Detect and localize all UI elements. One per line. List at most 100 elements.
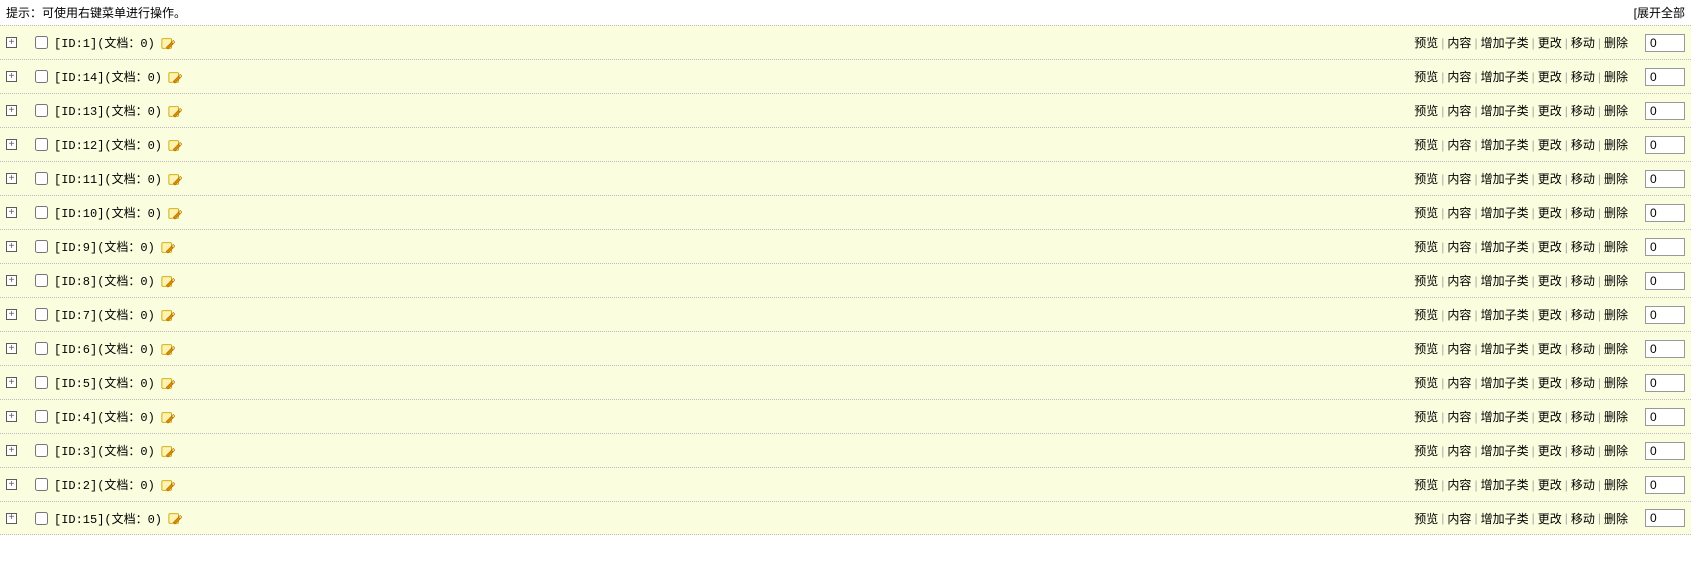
order-input[interactable]	[1645, 272, 1685, 290]
order-input[interactable]	[1645, 238, 1685, 256]
action-modify[interactable]: 更改	[1538, 170, 1562, 187]
expand-toggle[interactable]: +	[6, 71, 17, 82]
action-preview[interactable]: 预览	[1414, 272, 1438, 289]
row-checkbox[interactable]	[35, 138, 48, 151]
expand-all-link[interactable]: [展开全部	[1634, 4, 1685, 21]
expand-toggle[interactable]: +	[6, 37, 17, 48]
edit-icon[interactable]	[168, 70, 182, 84]
action-modify[interactable]: 更改	[1538, 34, 1562, 51]
action-add-sub[interactable]: 增加子类	[1481, 136, 1529, 153]
action-delete[interactable]: 删除	[1604, 408, 1628, 425]
action-content[interactable]: 内容	[1447, 204, 1471, 221]
expand-toggle[interactable]: +	[6, 513, 17, 524]
edit-icon[interactable]	[168, 172, 182, 186]
expand-toggle[interactable]: +	[6, 479, 17, 490]
row-checkbox[interactable]	[35, 444, 48, 457]
row-checkbox[interactable]	[35, 478, 48, 491]
order-input[interactable]	[1645, 170, 1685, 188]
action-add-sub[interactable]: 增加子类	[1481, 442, 1529, 459]
row-checkbox[interactable]	[35, 240, 48, 253]
row-checkbox[interactable]	[35, 104, 48, 117]
edit-icon[interactable]	[168, 138, 182, 152]
expand-toggle[interactable]: +	[6, 445, 17, 456]
action-add-sub[interactable]: 增加子类	[1481, 510, 1529, 527]
action-modify[interactable]: 更改	[1538, 68, 1562, 85]
action-modify[interactable]: 更改	[1538, 136, 1562, 153]
edit-icon[interactable]	[168, 206, 182, 220]
action-content[interactable]: 内容	[1447, 306, 1471, 323]
expand-toggle[interactable]: +	[6, 173, 17, 184]
action-add-sub[interactable]: 增加子类	[1481, 306, 1529, 323]
row-checkbox[interactable]	[35, 206, 48, 219]
action-move[interactable]: 移动	[1571, 68, 1595, 85]
order-input[interactable]	[1645, 68, 1685, 86]
edit-icon[interactable]	[161, 274, 175, 288]
action-move[interactable]: 移动	[1571, 408, 1595, 425]
action-content[interactable]: 内容	[1447, 340, 1471, 357]
action-modify[interactable]: 更改	[1538, 306, 1562, 323]
action-add-sub[interactable]: 增加子类	[1481, 68, 1529, 85]
edit-icon[interactable]	[161, 36, 175, 50]
action-delete[interactable]: 删除	[1604, 238, 1628, 255]
edit-icon[interactable]	[161, 478, 175, 492]
action-content[interactable]: 内容	[1447, 510, 1471, 527]
action-modify[interactable]: 更改	[1538, 510, 1562, 527]
action-preview[interactable]: 预览	[1414, 136, 1438, 153]
action-preview[interactable]: 预览	[1414, 204, 1438, 221]
row-checkbox[interactable]	[35, 342, 48, 355]
order-input[interactable]	[1645, 374, 1685, 392]
action-modify[interactable]: 更改	[1538, 204, 1562, 221]
action-move[interactable]: 移动	[1571, 238, 1595, 255]
action-add-sub[interactable]: 增加子类	[1481, 34, 1529, 51]
action-move[interactable]: 移动	[1571, 136, 1595, 153]
action-content[interactable]: 内容	[1447, 272, 1471, 289]
expand-toggle[interactable]: +	[6, 275, 17, 286]
order-input[interactable]	[1645, 509, 1685, 527]
action-preview[interactable]: 预览	[1414, 102, 1438, 119]
expand-toggle[interactable]: +	[6, 105, 17, 116]
action-add-sub[interactable]: 增加子类	[1481, 102, 1529, 119]
row-checkbox[interactable]	[35, 376, 48, 389]
action-preview[interactable]: 预览	[1414, 510, 1438, 527]
action-preview[interactable]: 预览	[1414, 170, 1438, 187]
action-move[interactable]: 移动	[1571, 442, 1595, 459]
action-preview[interactable]: 预览	[1414, 442, 1438, 459]
order-input[interactable]	[1645, 34, 1685, 52]
action-add-sub[interactable]: 增加子类	[1481, 272, 1529, 289]
action-content[interactable]: 内容	[1447, 374, 1471, 391]
action-move[interactable]: 移动	[1571, 204, 1595, 221]
action-delete[interactable]: 删除	[1604, 68, 1628, 85]
action-modify[interactable]: 更改	[1538, 102, 1562, 119]
expand-toggle[interactable]: +	[6, 411, 17, 422]
order-input[interactable]	[1645, 340, 1685, 358]
row-checkbox[interactable]	[35, 274, 48, 287]
expand-toggle[interactable]: +	[6, 343, 17, 354]
action-preview[interactable]: 预览	[1414, 408, 1438, 425]
action-move[interactable]: 移动	[1571, 272, 1595, 289]
row-checkbox[interactable]	[35, 308, 48, 321]
action-delete[interactable]: 删除	[1604, 306, 1628, 323]
row-checkbox[interactable]	[35, 410, 48, 423]
row-checkbox[interactable]	[35, 172, 48, 185]
action-move[interactable]: 移动	[1571, 476, 1595, 493]
action-delete[interactable]: 删除	[1604, 340, 1628, 357]
expand-toggle[interactable]: +	[6, 207, 17, 218]
action-modify[interactable]: 更改	[1538, 272, 1562, 289]
order-input[interactable]	[1645, 102, 1685, 120]
edit-icon[interactable]	[168, 104, 182, 118]
action-delete[interactable]: 删除	[1604, 476, 1628, 493]
action-preview[interactable]: 预览	[1414, 34, 1438, 51]
action-modify[interactable]: 更改	[1538, 408, 1562, 425]
action-add-sub[interactable]: 增加子类	[1481, 374, 1529, 391]
edit-icon[interactable]	[161, 240, 175, 254]
action-content[interactable]: 内容	[1447, 34, 1471, 51]
action-delete[interactable]: 删除	[1604, 170, 1628, 187]
edit-icon[interactable]	[161, 308, 175, 322]
action-modify[interactable]: 更改	[1538, 442, 1562, 459]
order-input[interactable]	[1645, 306, 1685, 324]
action-preview[interactable]: 预览	[1414, 476, 1438, 493]
action-delete[interactable]: 删除	[1604, 102, 1628, 119]
edit-icon[interactable]	[168, 511, 182, 525]
edit-icon[interactable]	[161, 376, 175, 390]
action-delete[interactable]: 删除	[1604, 34, 1628, 51]
